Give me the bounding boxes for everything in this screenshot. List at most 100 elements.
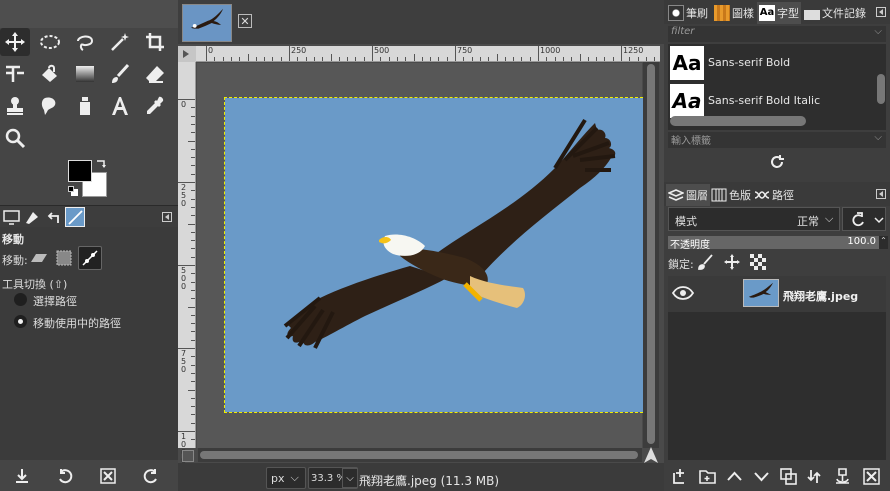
panel-menu-icon[interactable] [162,212,172,222]
tab-document-history[interactable]: 文件記錄 [802,2,868,24]
resources-menu-icon[interactable] [876,7,886,17]
new-layer-group-button[interactable] [696,466,718,486]
move-path-button[interactable] [78,246,102,270]
gradient-tool[interactable] [70,60,100,88]
text-tool[interactable] [105,92,135,120]
reset-options-button[interactable] [139,465,163,487]
new-layer-button[interactable] [668,466,690,486]
default-colors-icon[interactable] [68,186,78,196]
fuzzy-select-tool[interactable] [105,28,135,56]
foreground-color-swatch[interactable] [68,160,92,182]
horizontal-scroll-thumb[interactable] [200,451,638,459]
color-picker-tool[interactable] [140,92,170,120]
ruler-minor-tick [191,190,195,192]
bucket-fill-tool[interactable] [35,60,65,88]
font-list-hscrollbar[interactable] [670,116,806,126]
lock-label: 鎖定: [668,258,694,271]
warp-tool[interactable] [0,60,30,88]
horizontal-ruler[interactable]: 0 250 500 750 1000 1250 [196,46,660,62]
zoom-dropdown-icon[interactable]: ⌵ [342,468,358,488]
font-filter-input[interactable]: filter ⌵ [668,26,886,42]
ruler-corner[interactable] [178,46,196,62]
vertical-scroll-thumb[interactable] [647,64,655,444]
delete-options-button[interactable] [96,465,120,487]
tab-patterns[interactable]: 圖樣 [712,2,756,24]
save-options-button[interactable] [10,465,34,487]
font-item[interactable]: Aa Sans-serif Bold Italic [668,82,876,120]
layer-mode-selector[interactable]: 模式 正常 ⌵ [668,207,840,231]
image-tab[interactable] [182,4,232,42]
crop-tool[interactable] [140,28,170,56]
ellipse-select-tool[interactable] [35,28,65,56]
tool-options-tabbar [0,205,178,227]
chain-toggle[interactable] [710,285,726,301]
lock-pixels-button[interactable] [698,254,714,273]
lower-layer-button[interactable] [750,466,772,486]
eraser-tool[interactable] [140,60,170,88]
chevron-down-icon: ⌵ [874,132,882,143]
tab-brushes[interactable]: 筆刷 [666,2,710,24]
opacity-spinner[interactable]: ⌃ [879,236,888,249]
layers-menu-icon[interactable] [876,189,886,199]
ruler-label: 250 [181,183,187,208]
zoom-tool[interactable] [0,124,30,152]
lock-alpha-button[interactable] [750,254,766,273]
visibility-toggle[interactable] [671,285,695,304]
radio-move-active-path[interactable] [14,315,27,328]
canvas-area[interactable] [197,63,653,448]
tab-layers[interactable]: 圖層 [666,184,710,206]
refresh-fonts-button[interactable] [768,153,786,171]
clone-tool[interactable] [0,92,30,120]
paintbrush-tool[interactable] [105,60,135,88]
merge-layer-button[interactable] [804,466,826,486]
swap-colors-icon[interactable] [95,158,107,169]
ruler-minor-tick [264,57,266,61]
ruler-minor-tick [191,381,195,383]
ruler-label: 0 [208,46,214,55]
folder-icon [698,469,716,484]
lock-position-button[interactable] [724,254,740,273]
ruler-minor-tick [322,57,324,61]
vertical-scrollbar[interactable] [643,62,659,448]
vertical-ruler[interactable]: 02505007501000 [178,62,196,465]
raise-layer-button[interactable] [723,466,745,486]
layer-row[interactable]: 飛翔老鷹.jpeg [668,276,886,312]
move-selection-button[interactable] [52,246,76,270]
move-layer-button[interactable] [27,246,51,270]
smudge-tool[interactable] [35,92,65,120]
move-tool[interactable] [0,28,30,56]
quick-mask-toggle[interactable] [182,450,194,462]
anchor-layer-button[interactable] [831,466,853,486]
restore-options-button[interactable] [53,465,77,487]
ruler-tick [538,46,539,61]
tab-fonts[interactable]: Aa 字型 [757,2,801,24]
dodge-tool[interactable] [70,92,100,120]
tab-image-preview[interactable] [65,207,85,227]
close-tab-icon[interactable]: ✕ [238,14,252,28]
tab-tool-options[interactable] [22,207,42,227]
tag-input[interactable]: 輸入標籤 ⌵ [668,132,886,148]
mode-reset-button[interactable] [842,207,886,231]
tab-channels[interactable]: 色版 [709,184,753,206]
navigate-icon[interactable] [643,446,659,464]
free-select-tool[interactable] [70,28,100,56]
font-list-scrollbar[interactable] [877,74,885,104]
ruler-minor-tick [446,57,448,61]
tab-undo-history[interactable] [43,207,63,227]
tab-paths[interactable]: 路徑 [752,184,796,206]
image-canvas[interactable] [224,97,653,413]
horizontal-scrollbar[interactable] [198,448,642,462]
chevron-up-icon [726,471,742,481]
opacity-slider[interactable]: 不透明度 100.0 [668,236,880,251]
tab-device-status[interactable] [1,207,21,227]
radio-pick-path[interactable] [14,293,27,306]
ruler-minor-tick [191,422,195,424]
delete-layer-button[interactable] [860,466,882,486]
font-item[interactable]: Aa Sans-serif Bold [668,44,876,82]
gradient-icon [76,66,94,82]
ruler-minor-tick [191,148,195,150]
ruler-minor-tick [191,173,195,175]
unit-selector[interactable]: px ⌵ [266,467,306,489]
ruler-minor-tick [529,57,531,61]
duplicate-layer-button[interactable] [777,466,799,486]
